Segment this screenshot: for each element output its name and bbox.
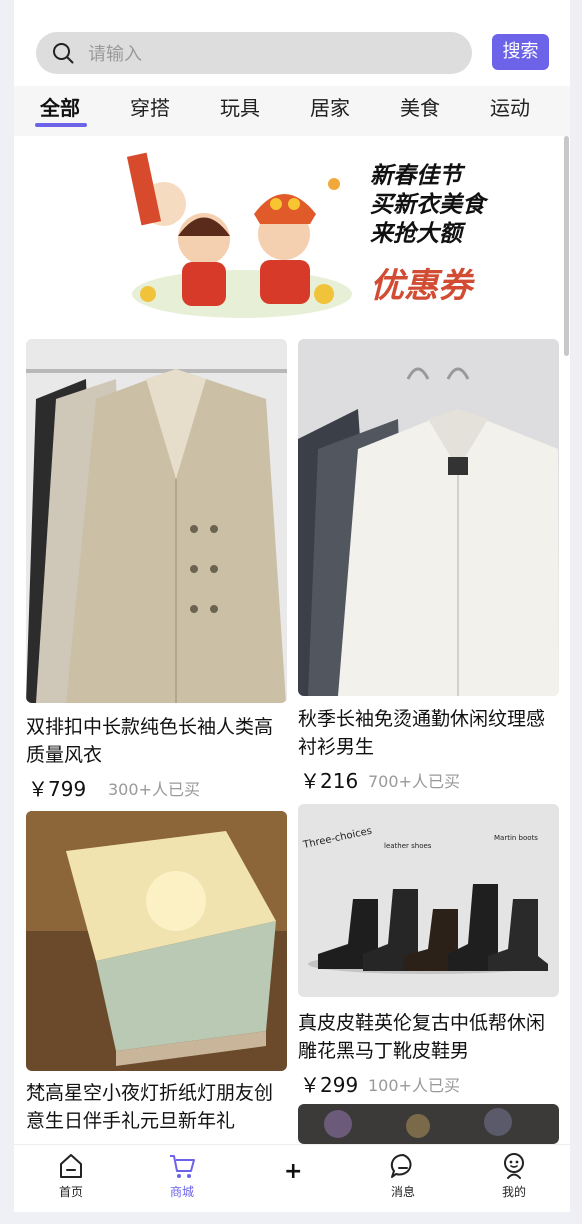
- new-year-illustration[interactable]: [124, 144, 360, 322]
- product-price: ￥299: [300, 1073, 359, 1097]
- product-sold-count: 700+人已买: [368, 772, 460, 791]
- tab-all[interactable]: 全部: [40, 92, 80, 121]
- leather-boots-image: Three-choices leather shoes Martin boots: [298, 804, 559, 997]
- banner-line: 新春佳节: [370, 163, 462, 189]
- product-title: 真皮皮鞋英伦复古中低帮休闲雕花黑马丁靴皮鞋男: [298, 1012, 546, 1062]
- nav-label: 首页: [58, 1185, 83, 1199]
- search-field[interactable]: [36, 32, 472, 74]
- app-screen: 搜索 全部 穿搭 玩具 居家 美食 运动 新春佳节: [14, 0, 570, 1212]
- product-title: 双排扣中长款纯色长袖人类高质量风衣: [26, 716, 274, 766]
- nav-messages[interactable]: 消息: [368, 1151, 438, 1200]
- category-tabs: 全部 穿搭 玩具 居家 美食 运动: [14, 86, 570, 136]
- product-price: ￥799: [28, 777, 87, 801]
- product-image: [298, 1104, 559, 1144]
- profile-icon: [504, 1153, 524, 1179]
- bottom-navigation: 首页 商城 + 消息 我的: [14, 1144, 570, 1212]
- search-button[interactable]: 搜索: [492, 34, 549, 70]
- scrollbar[interactable]: [564, 136, 569, 356]
- home-icon: [60, 1154, 82, 1178]
- banner-coupon-label: 优惠券: [370, 266, 472, 306]
- message-icon: [390, 1153, 412, 1178]
- tab-outfit[interactable]: 穿搭: [130, 92, 170, 121]
- shirt-image: [298, 339, 559, 696]
- product-title: 梵高星空小夜灯折纸灯朋友创意生日伴手礼元旦新年礼: [26, 1082, 274, 1132]
- tab-home[interactable]: 居家: [310, 92, 350, 121]
- boots-label-martin: Martin boots: [494, 834, 538, 842]
- nav-home[interactable]: 首页: [36, 1151, 106, 1200]
- active-tab-indicator: [35, 123, 87, 127]
- tab-sports[interactable]: 运动: [490, 92, 530, 121]
- product-sold-count: 300+人已买: [108, 780, 200, 799]
- product-card[interactable]: 秋季长袖免烫通勤休闲纹理感衬衫男生 ￥216 700+人已买: [298, 339, 559, 799]
- tab-food[interactable]: 美食: [400, 92, 440, 121]
- product-card[interactable]: 双排扣中长款纯色长袖人类高质量风衣 ￥799 300+人已买: [26, 339, 287, 809]
- tab-toys[interactable]: 玩具: [220, 92, 260, 121]
- nav-mall[interactable]: 商城: [147, 1151, 217, 1200]
- search-icon: [53, 43, 74, 64]
- product-sold-count: 100+人已买: [368, 1076, 460, 1095]
- boots-label-shoes: leather shoes: [384, 842, 432, 850]
- night-lamp-image: [26, 811, 287, 1071]
- nav-label: 消息: [390, 1185, 415, 1199]
- feed[interactable]: 新春佳节 买新衣美食 来抢大额 优惠券 双排扣中长款纯色长袖人类高质量风衣 ￥7…: [14, 136, 570, 1144]
- search-bar: 搜索: [14, 0, 570, 86]
- trench-coat-image: [26, 339, 287, 703]
- nav-label: 商城: [169, 1185, 194, 1199]
- nav-profile[interactable]: 我的: [479, 1151, 549, 1200]
- product-card[interactable]: 梵高星空小夜灯折纸灯朋友创意生日伴手礼元旦新年礼: [26, 811, 287, 1144]
- cart-icon: [170, 1155, 195, 1178]
- product-title: 秋季长袖免烫通勤休闲纹理感衬衫男生: [298, 708, 546, 758]
- nav-label: 我的: [501, 1185, 526, 1199]
- banner-line: 来抢大额: [370, 221, 462, 247]
- banner-headline: 新春佳节 买新衣美食 来抢大额: [370, 162, 485, 249]
- plus-icon[interactable]: +: [284, 1159, 302, 1184]
- product-price: ￥216: [300, 769, 359, 793]
- product-card[interactable]: Three-choices leather shoes Martin boots…: [298, 804, 559, 1124]
- search-input[interactable]: [86, 38, 460, 70]
- banner-line: 买新衣美食: [370, 192, 485, 218]
- product-card[interactable]: [298, 1104, 559, 1144]
